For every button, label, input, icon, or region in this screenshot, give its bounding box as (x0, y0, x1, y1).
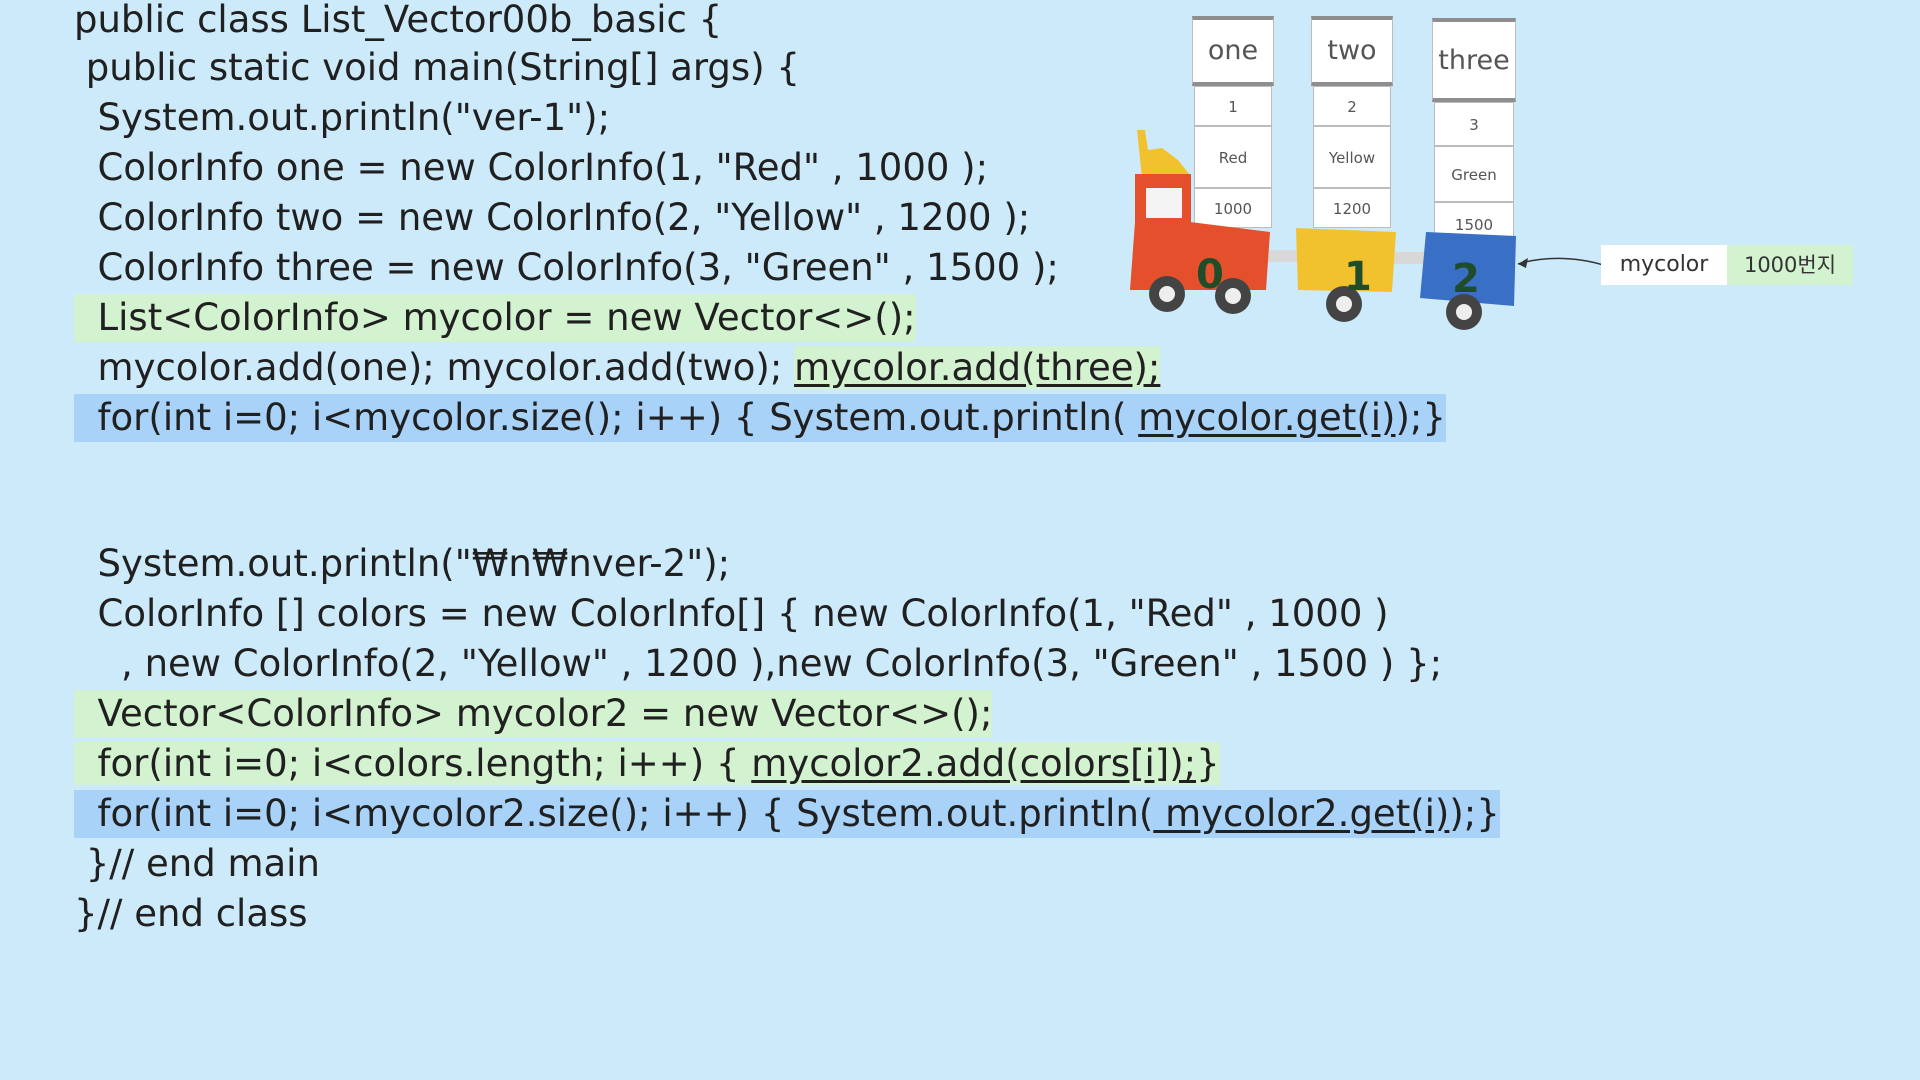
reference-address: 1000번지 (1727, 245, 1853, 285)
index-label: 1 (1344, 254, 1372, 300)
index-label: 2 (1452, 256, 1480, 302)
train-list-illustration: 0 1 2 (1130, 130, 1613, 330)
reference-variable-name: mycolor (1601, 245, 1727, 285)
coupler (1392, 252, 1424, 264)
index-label: 0 (1196, 252, 1224, 298)
reference-arrow (1517, 257, 1613, 269)
